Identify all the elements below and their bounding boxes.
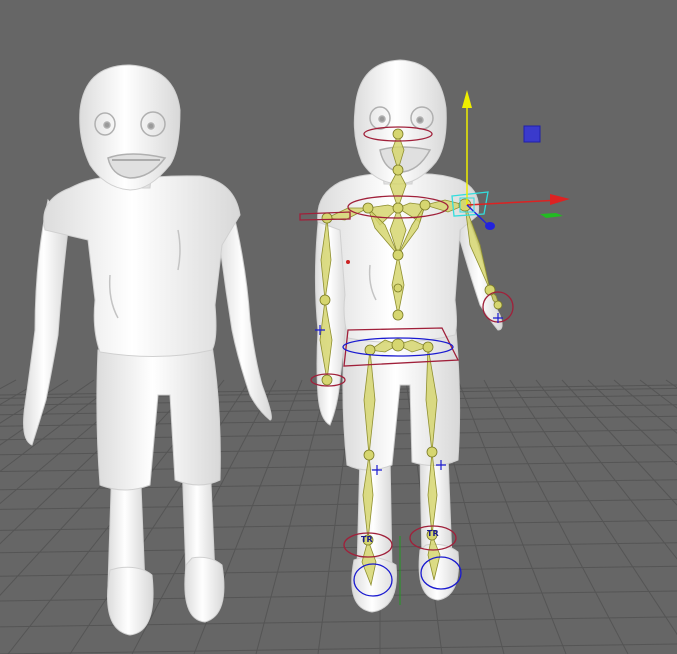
3d-viewport[interactable]: TR TR bbox=[0, 0, 677, 654]
locator-dot bbox=[346, 260, 350, 264]
joint-shoulder-left bbox=[321, 212, 333, 224]
joint-chest bbox=[392, 202, 404, 214]
foot-label-left: TR bbox=[361, 535, 373, 544]
foot-label-right: TR bbox=[427, 529, 439, 538]
joint-spine bbox=[392, 249, 404, 261]
joint-wrist-left bbox=[321, 374, 333, 386]
joint-pelvis bbox=[392, 309, 404, 321]
joint-clavicle-left bbox=[362, 202, 374, 214]
joint-wrist-right bbox=[493, 300, 503, 310]
joint-clavicle-right bbox=[419, 199, 431, 211]
joint-neck bbox=[392, 164, 404, 176]
joint-root bbox=[391, 338, 405, 352]
joint-hip-right bbox=[422, 341, 434, 353]
joint-head-top bbox=[392, 128, 404, 140]
joint-knee-right bbox=[426, 446, 438, 458]
zombie-mesh-rigged[interactable] bbox=[314, 59, 503, 613]
joint-knee-left bbox=[363, 449, 375, 461]
joint-waist bbox=[393, 283, 403, 293]
joint-elbow-left bbox=[319, 294, 331, 306]
joint-elbow-right bbox=[484, 284, 496, 296]
view-cube-icon[interactable] bbox=[523, 125, 541, 143]
joint-hip-left bbox=[364, 344, 376, 356]
